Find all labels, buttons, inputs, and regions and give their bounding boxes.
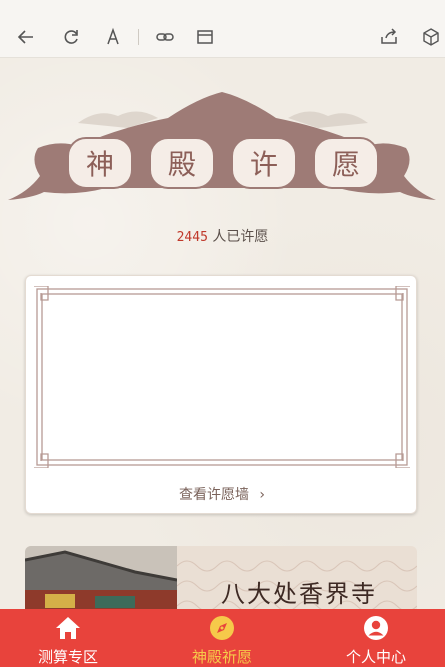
temple-banner: 神 殿 许 愿: [8, 92, 436, 200]
link-icon[interactable]: [154, 26, 176, 48]
home-icon: [56, 617, 80, 639]
refresh-icon[interactable]: [60, 26, 82, 48]
banner-char: 殿: [168, 148, 196, 181]
back-arrow-icon[interactable]: [15, 26, 37, 48]
wish-count-suffix: 人已许愿: [207, 229, 269, 245]
view-wish-wall-label: 查看许愿墙: [178, 487, 249, 503]
wish-count-number: 2445: [176, 230, 208, 245]
nav-item-fortune[interactable]: 测算专区: [8, 609, 128, 667]
wish-count-line: 2445 人已许愿: [0, 226, 445, 246]
compass-icon: [210, 616, 234, 640]
font-size-icon[interactable]: [102, 26, 124, 48]
toolbar-divider: [138, 29, 139, 45]
browser-toolbar: [0, 0, 445, 58]
nav-label: 测算专区: [37, 648, 98, 666]
window-icon[interactable]: [194, 26, 216, 48]
share-icon[interactable]: [378, 26, 400, 48]
nav-label: 神殿祈愿: [191, 648, 252, 666]
nav-item-profile[interactable]: 个人中心: [316, 609, 436, 667]
wish-card[interactable]: 查看许愿墙 ›: [25, 275, 417, 514]
view-wish-wall-link[interactable]: 查看许愿墙 ›: [26, 484, 418, 504]
temple-title: 八大处香界寺: [221, 580, 377, 608]
nav-item-temple[interactable]: 神殿祈愿: [162, 609, 282, 667]
wish-card-frame: [34, 286, 410, 468]
nav-label: 个人中心: [345, 648, 406, 666]
bottom-nav: 测算专区 神殿祈愿 个人中心: [0, 609, 445, 667]
banner-char: 许: [250, 148, 278, 181]
cube-icon[interactable]: [420, 26, 442, 48]
banner-char: 愿: [332, 148, 360, 181]
temple-photo: [25, 546, 177, 616]
chevron-right-icon: ›: [259, 487, 266, 503]
temple-card[interactable]: 八大处香界寺: [25, 546, 417, 616]
wish-temple-page: 神 殿 许 愿 2445 人已许愿 查看许愿墙 › 八大处香界寺: [0, 58, 445, 616]
user-icon: [364, 616, 388, 640]
banner-char: 神: [86, 148, 114, 181]
